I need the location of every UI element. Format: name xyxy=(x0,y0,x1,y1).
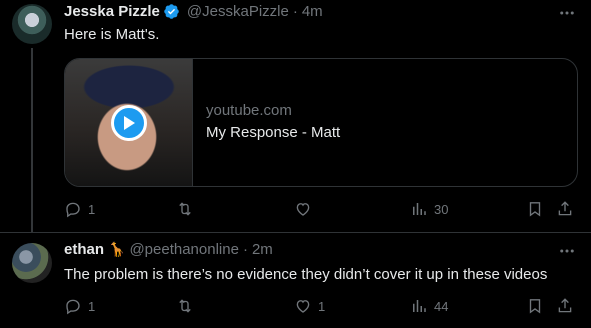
reply-icon xyxy=(66,299,80,315)
share-icon xyxy=(558,298,572,313)
play-button[interactable] xyxy=(111,105,147,141)
action-bar: 1 1 44 xyxy=(56,294,586,318)
reply-count: 1 xyxy=(88,298,96,314)
bookmark-button[interactable] xyxy=(526,294,544,318)
share-icon xyxy=(558,201,572,216)
play-icon xyxy=(124,116,135,130)
like-button[interactable] xyxy=(294,197,318,221)
tweet-text: Here is Matt's. xyxy=(64,26,160,43)
more-options-button[interactable] xyxy=(557,241,577,261)
more-dots-icon xyxy=(560,11,574,15)
bookmark-button[interactable] xyxy=(526,197,544,221)
repost-icon xyxy=(179,299,191,313)
reply-count: 1 xyxy=(88,201,96,217)
action-bar: 1 30 xyxy=(56,197,586,221)
reply-icon xyxy=(66,202,80,218)
more-options-button[interactable] xyxy=(557,3,577,23)
card-domain: youtube.com xyxy=(206,102,292,119)
tweet-header: ethan 🦒 @peethanonline · 2m xyxy=(64,241,273,258)
avatar[interactable] xyxy=(12,243,52,283)
handle[interactable]: @JesskaPizzle xyxy=(187,3,289,20)
link-card[interactable]: youtube.com My Response - Matt xyxy=(64,58,578,187)
separator: · xyxy=(242,241,248,258)
display-name[interactable]: Jesska Pizzle xyxy=(64,3,160,20)
views-chart-icon xyxy=(413,300,426,312)
heart-icon xyxy=(296,203,310,216)
more-dots-icon xyxy=(560,249,574,253)
views-chart-icon xyxy=(413,203,426,215)
share-button[interactable] xyxy=(556,294,574,318)
view-count: 30 xyxy=(434,201,449,217)
video-thumbnail[interactable] xyxy=(65,59,193,186)
repost-button[interactable] xyxy=(176,197,200,221)
separator: · xyxy=(292,3,298,20)
card-title: My Response - Matt xyxy=(206,124,341,141)
handle[interactable]: @peethanonline xyxy=(129,241,238,258)
share-button[interactable] xyxy=(556,197,574,221)
timestamp[interactable]: 2m xyxy=(252,241,273,258)
verified-badge-icon xyxy=(164,4,179,19)
like-count: 1 xyxy=(318,298,326,314)
avatar[interactable] xyxy=(12,4,52,44)
bookmark-icon xyxy=(529,299,541,314)
thread-line xyxy=(31,48,33,232)
view-count: 44 xyxy=(434,298,449,314)
tweet-header: Jesska Pizzle @JesskaPizzle · 4m xyxy=(64,3,323,20)
views-button[interactable]: 30 xyxy=(410,197,448,221)
like-button[interactable]: 1 xyxy=(294,294,325,318)
tweet-text: The problem is there’s no evidence they … xyxy=(64,266,548,283)
repost-button[interactable] xyxy=(176,294,200,318)
display-name[interactable]: ethan xyxy=(64,241,104,258)
bookmark-icon xyxy=(529,202,541,217)
reply-button[interactable]: 1 xyxy=(64,197,95,221)
heart-icon xyxy=(296,300,310,313)
timestamp[interactable]: 4m xyxy=(302,3,323,20)
repost-icon xyxy=(179,202,191,216)
reply-button[interactable]: 1 xyxy=(64,294,95,318)
views-button[interactable]: 44 xyxy=(410,294,448,318)
giraffe-emoji: 🦒 xyxy=(108,241,126,257)
tweet-jesska: Jesska Pizzle @JesskaPizzle · 4m Here is… xyxy=(0,0,591,232)
